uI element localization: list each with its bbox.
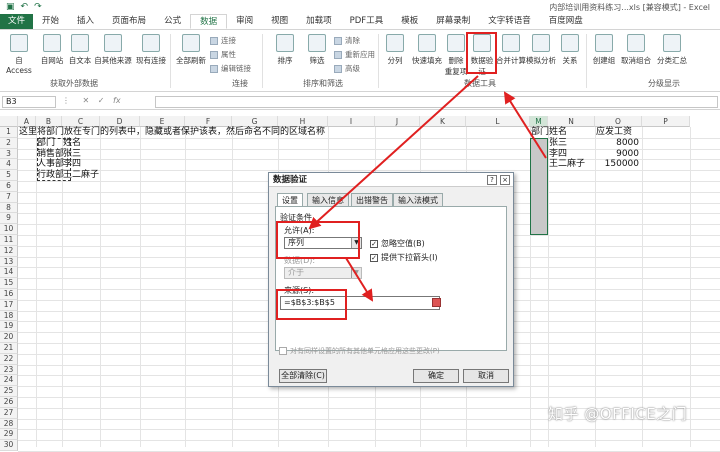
- watermark: 知乎 @OFFICE之门: [548, 405, 688, 423]
- arrow-to-source: [345, 257, 374, 302]
- arrow-from-range: [503, 91, 547, 159]
- annotation-arrows: [308, 75, 547, 302]
- arrow-to-allow: [308, 75, 479, 230]
